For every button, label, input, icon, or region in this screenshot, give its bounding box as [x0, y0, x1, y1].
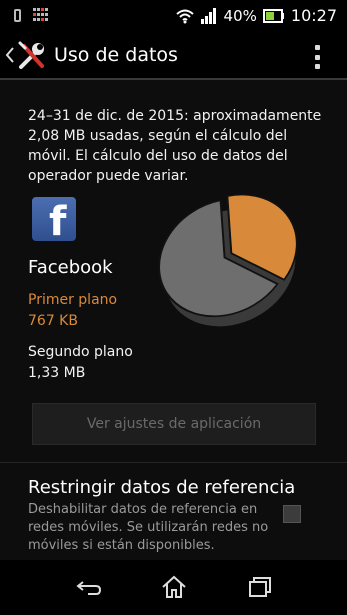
- page-title: Uso de datos: [54, 44, 178, 66]
- chevron-left-icon[interactable]: [4, 43, 16, 67]
- app-notification-icon: [33, 8, 49, 22]
- status-bar: 40% 10:27: [0, 0, 347, 34]
- background-label: Segundo plano: [28, 344, 133, 360]
- phone-notification-icon: [14, 9, 21, 22]
- navigation-bar: [0, 560, 347, 615]
- foreground-value: 767 KB: [28, 313, 78, 329]
- wrench-screwdriver-icon[interactable]: [16, 40, 48, 72]
- signal-icon: [200, 7, 216, 24]
- clock: 10:27: [290, 6, 337, 25]
- foreground-label: Primer plano: [28, 292, 118, 308]
- system-status: 40% 10:27: [175, 6, 337, 25]
- content-scroll-area[interactable]: 24–31 de dic. de 2015: aproximadamente 2…: [0, 80, 347, 560]
- wifi-icon: [175, 9, 194, 23]
- battery-icon: [262, 8, 284, 23]
- battery-percent: 40%: [223, 6, 257, 25]
- back-icon[interactable]: [74, 572, 104, 602]
- background-value: 1,33 MB: [28, 365, 86, 381]
- app-settings-button-label: Ver ajustes de aplicación: [86, 416, 262, 432]
- section-divider: [0, 462, 347, 463]
- facebook-logo-letter: f: [49, 199, 67, 241]
- notification-icons: [14, 8, 49, 22]
- app-settings-button[interactable]: Ver ajustes de aplicación: [32, 403, 316, 445]
- overflow-menu-icon[interactable]: [315, 45, 321, 69]
- restrict-background-data-checkbox[interactable]: [283, 505, 301, 523]
- usage-pie-chart: [158, 193, 298, 327]
- recent-apps-icon[interactable]: [245, 572, 275, 602]
- app-name: Facebook: [28, 257, 113, 278]
- restrict-background-data-description: Deshabilitar datos de referencia en rede…: [28, 502, 269, 553]
- home-icon[interactable]: [159, 572, 189, 602]
- data-usage-summary: 24–31 de dic. de 2015: aproximadamente 2…: [28, 108, 322, 184]
- action-bar: Uso de datos: [0, 34, 347, 78]
- facebook-app-icon: f: [32, 197, 76, 241]
- restrict-background-data-title[interactable]: Restringir datos de referencia: [28, 477, 295, 498]
